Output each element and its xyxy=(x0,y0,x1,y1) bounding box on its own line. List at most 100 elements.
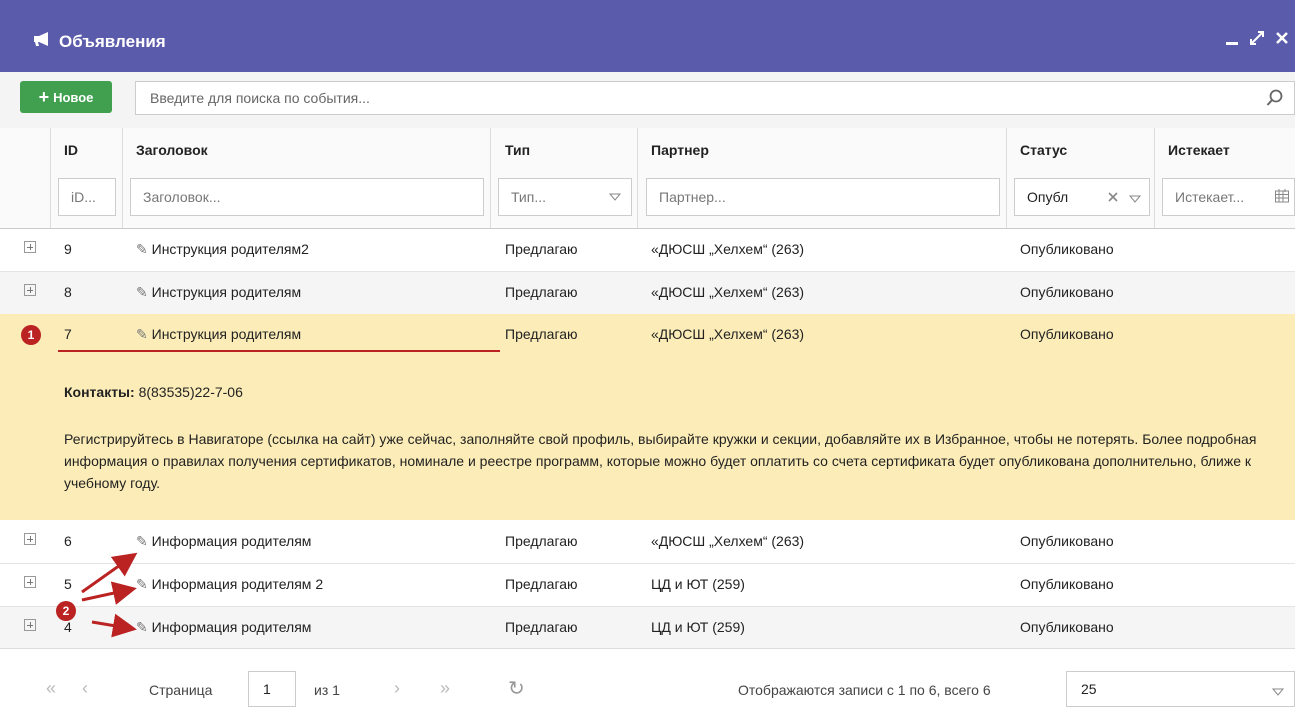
row-type: Предлагаю xyxy=(505,576,578,592)
page-number-value: 1 xyxy=(263,681,271,697)
filter-status-select[interactable]: Опубл xyxy=(1014,178,1150,216)
new-button-label: Новое xyxy=(53,89,94,105)
last-page-icon[interactable]: » xyxy=(440,678,450,699)
maximize-icon[interactable] xyxy=(1249,30,1265,49)
filter-expires-placeholder: Истекает... xyxy=(1175,189,1245,205)
column-divider xyxy=(1154,128,1155,228)
search-icon[interactable] xyxy=(1266,89,1284,110)
row-partner: «ДЮСШ „Хелхем“ (263) xyxy=(651,326,805,342)
pencil-icon[interactable]: ✎ xyxy=(136,326,148,342)
row-title[interactable]: ✎ Инструкция родителям xyxy=(136,284,301,301)
column-header-id[interactable]: ID xyxy=(64,142,78,158)
close-icon[interactable] xyxy=(1275,31,1289,48)
records-info: Отображаются записи с 1 по 6, всего 6 xyxy=(738,682,991,698)
row-title-text: Информация родителям xyxy=(151,533,312,549)
table-row[interactable]: 8 ✎ Инструкция родителям Предлагаю «ДЮСШ… xyxy=(0,272,1295,315)
table-row[interactable]: 4 ✎ Информация родителям Предлагаю ЦД и … xyxy=(0,607,1295,650)
page-size-select[interactable]: 25 xyxy=(1066,671,1295,707)
column-divider xyxy=(490,128,491,228)
annotation-badge-1: 1 xyxy=(21,325,41,345)
minimize-icon[interactable] xyxy=(1225,31,1239,48)
filter-partner-input[interactable]: Партнер... xyxy=(646,178,1000,216)
row-partner: ЦД и ЮТ (259) xyxy=(651,576,745,592)
refresh-icon[interactable]: ↻ xyxy=(508,676,525,701)
page-size-value: 25 xyxy=(1081,681,1097,697)
contacts-label: Контакты: xyxy=(64,384,135,400)
row-id: 9 xyxy=(64,241,72,257)
row-partner: «ДЮСШ „Хелхем“ (263) xyxy=(651,533,805,549)
clear-icon[interactable] xyxy=(1107,190,1119,206)
filter-id-input[interactable]: iD... xyxy=(58,178,116,216)
page-number-input[interactable]: 1 xyxy=(248,671,296,707)
row-type: Предлагаю xyxy=(505,284,578,300)
pencil-icon[interactable]: ✎ xyxy=(136,284,148,300)
annotation-underline xyxy=(58,350,500,352)
table-row[interactable]: 6 ✎ Информация родителям Предлагаю «ДЮСШ… xyxy=(0,521,1295,564)
contacts-line: Контакты: 8(83535)22-7-06 xyxy=(64,384,243,400)
row-title[interactable]: ✎ Инструкция родителям2 xyxy=(136,241,309,258)
pencil-icon[interactable]: ✎ xyxy=(136,241,148,257)
chevron-down-icon[interactable] xyxy=(608,189,622,205)
annotation-badge-2: 2 xyxy=(56,601,76,621)
row-title-text: Инструкция родителям2 xyxy=(151,241,309,257)
title-bar: Объявления xyxy=(0,0,1295,72)
filter-expires-input[interactable]: Истекает... xyxy=(1162,178,1295,216)
new-announcement-button[interactable]: + Новое xyxy=(20,81,112,113)
row-title-text: Информация родителям 2 xyxy=(151,576,324,592)
window-controls xyxy=(1225,30,1289,49)
column-divider xyxy=(50,128,51,228)
column-header-partner[interactable]: Партнер xyxy=(651,142,709,158)
window-title: Объявления xyxy=(59,31,166,51)
prev-page-icon[interactable]: ‹ xyxy=(82,678,88,699)
pager: « ‹ Страница 1 из 1 › » ↻ Отображаются з… xyxy=(0,648,1295,728)
row-id: 7 xyxy=(64,326,72,342)
row-status: Опубликовано xyxy=(1020,326,1114,342)
first-page-icon[interactable]: « xyxy=(46,678,56,699)
chevron-down-icon[interactable] xyxy=(1128,191,1142,207)
row-title[interactable]: ✎ Инструкция родителям xyxy=(136,326,301,343)
filter-type-select[interactable]: Тип... xyxy=(498,178,632,216)
column-header-type[interactable]: Тип xyxy=(505,142,530,158)
row-type: Предлагаю xyxy=(505,326,578,342)
filter-partner-placeholder: Партнер... xyxy=(659,189,726,205)
chevron-down-icon[interactable] xyxy=(1271,684,1285,700)
window-title-group: Объявления xyxy=(33,31,166,52)
row-title[interactable]: ✎ Информация родителям xyxy=(136,619,311,636)
expand-icon[interactable] xyxy=(24,284,36,296)
calendar-icon[interactable] xyxy=(1274,188,1290,207)
row-type: Предлагаю xyxy=(505,241,578,257)
expand-icon[interactable] xyxy=(24,241,36,253)
annotation-arrows xyxy=(81,552,138,638)
search-input[interactable]: Введите для поиска по события... xyxy=(135,81,1295,115)
filter-status-value: Опубл xyxy=(1027,189,1069,205)
column-header-title[interactable]: Заголовок xyxy=(136,142,208,158)
row-id: 8 xyxy=(64,284,72,300)
row-type: Предлагаю xyxy=(505,619,578,635)
announcement-text: Регистрируйтесь в Навигаторе (ссылка на … xyxy=(64,431,1257,491)
row-title[interactable]: ✎ Информация родителям xyxy=(136,533,311,550)
table-row[interactable]: 5 ✎ Информация родителям 2 Предлагаю ЦД … xyxy=(0,564,1295,607)
row-status: Опубликовано xyxy=(1020,619,1114,635)
column-divider xyxy=(1006,128,1007,228)
row-title-text: Инструкция родителям xyxy=(151,284,302,300)
announcements-window: Объявления + Новое Введите для поиска по… xyxy=(0,0,1295,728)
page-label: Страница xyxy=(149,682,213,698)
column-header-expires[interactable]: Истекает xyxy=(1168,142,1230,158)
column-divider xyxy=(122,128,123,228)
row-status: Опубликовано xyxy=(1020,576,1114,592)
page-of-label: из 1 xyxy=(314,682,340,698)
table-row[interactable]: 9 ✎ Инструкция родителям2 Предлагаю «ДЮС… xyxy=(0,229,1295,272)
row-title[interactable]: ✎ Информация родителям 2 xyxy=(136,576,323,593)
column-header-status[interactable]: Статус xyxy=(1020,142,1067,158)
row-status: Опубликовано xyxy=(1020,284,1114,300)
search-placeholder: Введите для поиска по события... xyxy=(150,90,370,106)
megaphone-icon xyxy=(33,31,53,52)
row-title-text: Информация родителям xyxy=(151,619,312,635)
row-type: Предлагаю xyxy=(505,533,578,549)
filter-title-input[interactable]: Заголовок... xyxy=(130,178,484,216)
row-status: Опубликовано xyxy=(1020,533,1114,549)
plus-icon: + xyxy=(38,87,50,107)
column-divider xyxy=(637,128,638,228)
next-page-icon[interactable]: › xyxy=(394,678,400,699)
filter-id-placeholder: iD... xyxy=(71,189,96,205)
